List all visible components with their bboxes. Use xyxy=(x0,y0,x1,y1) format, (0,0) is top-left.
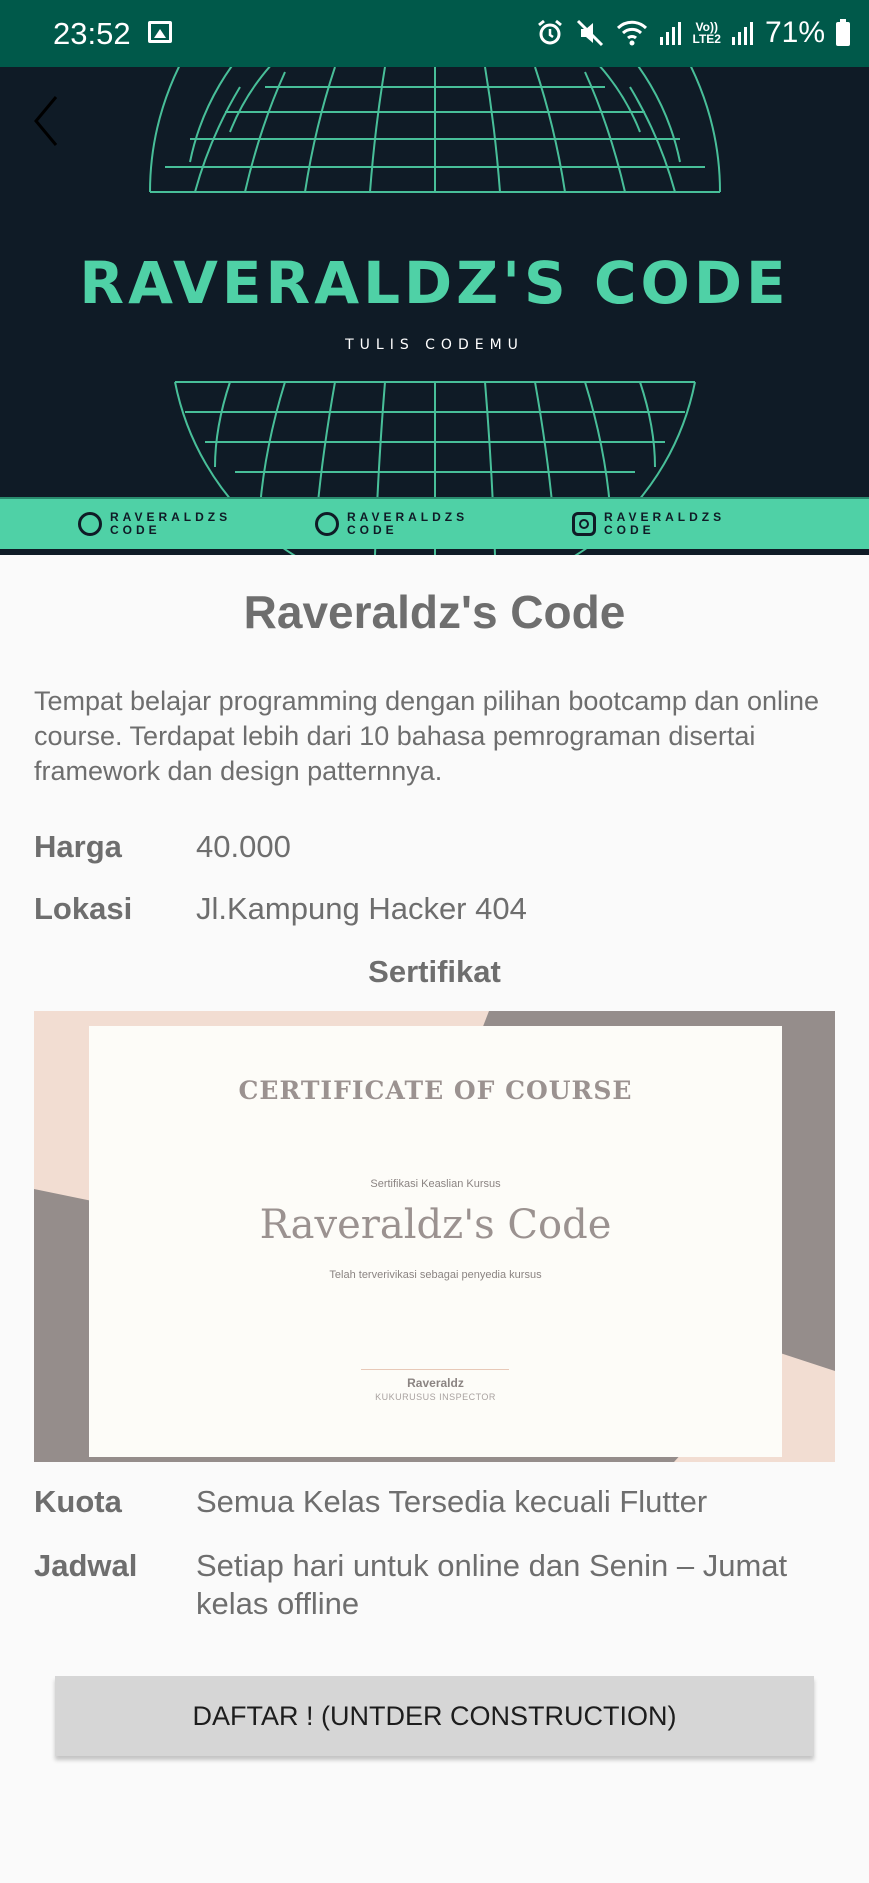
banner-social-strip: RAVERALDZS CODE RAVERALDZS CODE RAVERALD… xyxy=(0,497,869,549)
kuota-value: Semua Kelas Tersedia kecuali Flutter xyxy=(196,1484,708,1519)
lokasi-label: Lokasi xyxy=(34,891,133,926)
signature-line xyxy=(361,1369,509,1370)
certificate-heading: CERTIFICATE OF COURSE xyxy=(238,1076,633,1105)
strip-text-1-line2: CODE xyxy=(110,523,161,537)
status-bar: 23:52 Vo)) LTE2 71% xyxy=(0,0,869,67)
certificate-signer: Raveraldz xyxy=(407,1376,464,1390)
strip-text-3-line2: CODE xyxy=(604,523,655,537)
course-description: Tempat belajar programming dengan piliha… xyxy=(34,686,820,786)
strip-text-3: RAVERALDZS CODE xyxy=(604,511,725,537)
signal-icon xyxy=(659,19,683,47)
status-time: 23:52 xyxy=(53,16,131,51)
strip-text-1-line1: RAVERALDZS xyxy=(110,510,232,524)
strip-item-whatsapp-2: RAVERALDZS CODE xyxy=(315,511,468,537)
strip-item-instagram: RAVERALDZS CODE xyxy=(572,511,725,537)
strip-text-1: RAVERALDZS CODE xyxy=(110,511,231,537)
alarm-icon xyxy=(535,18,565,48)
course-title: Raveraldz's Code xyxy=(243,586,626,638)
course-banner: RAVERALDZ'S CODE TULIS CODEMU RAVERALDZS… xyxy=(0,67,869,555)
instagram-icon xyxy=(572,512,596,536)
gallery-icon xyxy=(148,21,172,43)
kuota-label: Kuota xyxy=(34,1484,122,1519)
sertifikat-heading: Sertifikat xyxy=(368,954,501,989)
signal-icon-2 xyxy=(731,19,755,47)
network-label-bottom: LTE2 xyxy=(692,32,721,46)
battery-icon xyxy=(835,18,851,48)
battery-percent: 71% xyxy=(764,16,825,49)
strip-text-2: RAVERALDZS CODE xyxy=(347,511,468,537)
jadwal-label: Jadwal xyxy=(34,1548,138,1583)
kuota-row: Kuota Semua Kelas Tersedia kecuali Flutt… xyxy=(34,1483,844,1521)
lokasi-value: Jl.Kampung Hacker 404 xyxy=(196,891,527,926)
network-label: Vo)) LTE2 xyxy=(693,21,721,45)
certificate-name: Raveraldz's Code xyxy=(259,1202,612,1248)
certificate-signer-role: KUKURUSUS INSPECTOR xyxy=(375,1392,496,1402)
daftar-button[interactable]: DAFTAR ! (UNTDER CONSTRUCTION) xyxy=(55,1676,814,1756)
strip-text-3-line1: RAVERALDZS xyxy=(604,510,726,524)
back-arrow-icon[interactable] xyxy=(30,89,70,149)
harga-label: Harga xyxy=(34,829,122,864)
banner-title: RAVERALDZ'S CODE xyxy=(79,249,790,317)
harga-value: 40.000 xyxy=(196,829,291,864)
certificate-image: CERTIFICATE OF COURSE Sertifikasi Keasli… xyxy=(34,1011,835,1462)
banner-subtitle: TULIS CODEMU xyxy=(345,337,524,353)
strip-text-2-line1: RAVERALDZS xyxy=(347,510,469,524)
jadwal-value: Setiap hari untuk online dan Senin – Jum… xyxy=(196,1548,788,1621)
whatsapp-icon xyxy=(315,512,339,536)
strip-item-whatsapp-1: RAVERALDZS CODE xyxy=(78,511,231,537)
wifi-icon xyxy=(615,18,649,48)
strip-text-2-line2: CODE xyxy=(347,523,398,537)
certificate-verified-text: Telah terverivikasi sebagai penyedia kur… xyxy=(329,1269,542,1281)
mute-icon xyxy=(575,18,605,48)
jadwal-row: Jadwal Setiap hari untuk online dan Seni… xyxy=(34,1547,844,1623)
certificate-paper: CERTIFICATE OF COURSE Sertifikasi Keasli… xyxy=(89,1026,782,1457)
harga-row: Harga 40.000 xyxy=(34,828,844,866)
status-icons: Vo)) LTE2 71% xyxy=(535,16,852,50)
whatsapp-icon xyxy=(78,512,102,536)
lokasi-row: Lokasi Jl.Kampung Hacker 404 xyxy=(34,890,844,928)
certificate-small-label: Sertifikasi Keaslian Kursus xyxy=(370,1178,501,1190)
